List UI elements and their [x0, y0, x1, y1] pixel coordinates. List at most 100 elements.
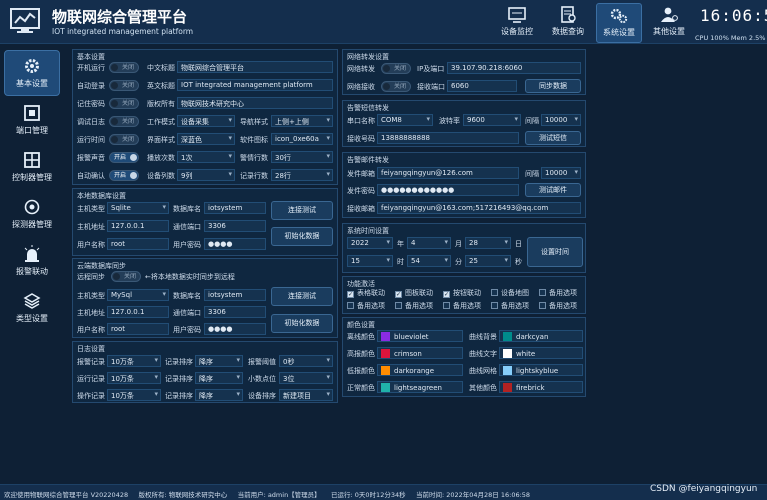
sidebar-item-types[interactable]: 类型设置	[4, 286, 60, 332]
label-net-fwd: 网络转发	[347, 65, 375, 73]
feature-checkbox[interactable]: ✓ 图板联动	[395, 288, 433, 298]
copyright-input[interactable]: 物联网技术研究中心	[177, 97, 333, 109]
sync-data-button[interactable]: 同步数据	[525, 79, 581, 93]
db-pwd-input[interactable]: ●●●●	[204, 238, 266, 250]
alarm-sound-toggle[interactable]: 开启	[109, 152, 139, 163]
db-host-input[interactable]: 127.0.0.1	[107, 220, 169, 232]
color-picker[interactable]: blueviolet	[377, 330, 463, 342]
feature-checkbox[interactable]: 备用选项	[347, 301, 385, 311]
cloud-port-input[interactable]: 3306	[204, 306, 266, 318]
dev-cols-select[interactable]: 9列	[177, 169, 235, 181]
test-sms-button[interactable]: 测试短信	[525, 131, 581, 145]
debug-log-toggle[interactable]: 关闭	[109, 116, 139, 127]
sidebar-item-basic[interactable]: 基本设置	[4, 50, 60, 96]
label-auto-confirm: 自动确认	[77, 172, 105, 180]
op-log-select[interactable]: 10万条	[107, 389, 161, 401]
label-db-port: 通信端口	[173, 223, 201, 231]
feature-checkbox[interactable]: ✓ 表格联动	[347, 288, 385, 298]
auto-confirm-toggle[interactable]: 开启	[109, 170, 139, 181]
cloud-init-button[interactable]: 初始化数据	[271, 314, 333, 333]
run-time-toggle[interactable]: 关闭	[109, 134, 139, 145]
color-picker[interactable]: darkorange	[377, 364, 463, 376]
label-cloud-pwd: 用户密码	[173, 326, 201, 334]
label-year: 年	[397, 240, 404, 248]
net-fwd-toggle[interactable]: 关闭	[381, 63, 411, 74]
db-test-button[interactable]: 连接测试	[271, 201, 333, 220]
record-rows-select[interactable]: 28行	[271, 169, 333, 181]
feature-checkbox[interactable]: 备用选项	[395, 301, 433, 311]
mail-pwd-input[interactable]: ●●●●●●●●●●●●	[377, 184, 519, 196]
nav-device-monitor[interactable]: 设备监控	[494, 3, 540, 43]
cloud-type-select[interactable]: MySql	[107, 289, 169, 301]
nav-system-settings[interactable]: 系统设置	[596, 3, 642, 43]
startup-toggle[interactable]: 关闭	[109, 62, 139, 73]
set-time-button[interactable]: 设置时间	[527, 237, 583, 267]
cloud-test-button[interactable]: 连接测试	[271, 287, 333, 306]
feature-checkbox[interactable]: 备用选项	[539, 301, 577, 311]
nav-other-settings[interactable]: 其他设置	[646, 3, 692, 43]
color-picker[interactable]: crimson	[377, 347, 463, 359]
second-select[interactable]: 25	[465, 255, 511, 267]
serial-select[interactable]: COM8	[377, 114, 433, 126]
sms-interval-select[interactable]: 10000	[541, 114, 581, 126]
color-picker[interactable]: darkcyan	[499, 330, 583, 342]
remember-toggle[interactable]: 关闭	[109, 98, 139, 109]
work-mode-select[interactable]: 设备采集	[177, 115, 235, 127]
sidebar-item-detector[interactable]: 探测器管理	[4, 192, 60, 238]
sidebar-item-port[interactable]: 端口管理	[4, 98, 60, 144]
thresh-select[interactable]: 0秒	[279, 355, 333, 367]
db-user-input[interactable]: root	[107, 238, 169, 250]
color-picker[interactable]: lightskyblue	[499, 364, 583, 376]
sender-input[interactable]: feiyangqingyun@126.com	[377, 167, 519, 179]
alarm-log-select[interactable]: 10万条	[107, 355, 161, 367]
net-recv-toggle[interactable]: 关闭	[381, 81, 411, 92]
color-picker[interactable]: firebrick	[499, 381, 583, 393]
sort-3-select[interactable]: 降序	[195, 389, 243, 401]
cloud-name-input[interactable]: iotsystem	[204, 289, 266, 301]
minute-select[interactable]: 54	[407, 255, 451, 267]
sort-2-select[interactable]: 降序	[195, 372, 243, 384]
cloud-host-input[interactable]: 127.0.0.1	[107, 306, 169, 318]
test-mail-button[interactable]: 测试邮件	[525, 183, 581, 197]
hour-select[interactable]: 15	[347, 255, 393, 267]
ip-port-input[interactable]: 39.107.90.218:6060	[447, 62, 581, 74]
db-name-input[interactable]: iotsystem	[204, 202, 266, 214]
sidebar-item-alarm-link[interactable]: 报警联动	[4, 239, 60, 285]
nav-style-select[interactable]: 上侧+上侧	[271, 115, 333, 127]
month-select[interactable]: 4	[407, 237, 451, 249]
color-picker[interactable]: white	[499, 347, 583, 359]
cloud-user-input[interactable]: root	[107, 323, 169, 335]
alarm-light-icon	[24, 245, 40, 262]
cn-title-input[interactable]: 物联网综合管理平台	[177, 61, 333, 73]
sms-recv-input[interactable]: 13888888888	[377, 132, 519, 144]
decimal-select[interactable]: 3位	[279, 372, 333, 384]
day-select[interactable]: 28	[465, 237, 511, 249]
db-init-button[interactable]: 初始化数据	[271, 227, 333, 246]
feature-checkbox[interactable]: 设备地图	[491, 288, 529, 298]
mail-interval-select[interactable]: 10000	[541, 167, 581, 179]
feature-checkbox[interactable]: 备用选项	[443, 301, 481, 311]
db-port-input[interactable]: 3306	[204, 220, 266, 232]
recv-port-input[interactable]: 6060	[447, 80, 517, 92]
year-select[interactable]: 2022	[347, 237, 393, 249]
alarm-rows-select[interactable]: 30行	[271, 151, 333, 163]
run-log-select[interactable]: 10万条	[107, 372, 161, 384]
feature-checkbox[interactable]: 备用选项	[491, 301, 529, 311]
mail-recv-input[interactable]: feiyangqingyun@163.com;517216493@qq.com	[377, 202, 581, 214]
color-picker[interactable]: lightseagreen	[377, 381, 463, 393]
play-count-select[interactable]: 1次	[177, 151, 235, 163]
ui-style-select[interactable]: 深蓝色	[177, 133, 235, 145]
cloud-pwd-input[interactable]: ●●●●	[204, 323, 266, 335]
autologin-toggle[interactable]: 关闭	[109, 80, 139, 91]
en-title-input[interactable]: IOT integrated management platform	[177, 79, 333, 91]
nav-data-query[interactable]: 数据查询	[545, 3, 591, 43]
sort-1-select[interactable]: 降序	[195, 355, 243, 367]
db-type-select[interactable]: Sqlite	[107, 202, 169, 214]
feature-checkbox[interactable]: 备用选项	[539, 288, 577, 298]
soft-icon-select[interactable]: icon_0xe60a	[271, 133, 333, 145]
remote-sync-toggle[interactable]: 关闭	[111, 271, 141, 282]
sidebar-item-controller[interactable]: 控制器管理	[4, 145, 60, 191]
feature-checkbox[interactable]: ✓ 按钮联动	[443, 288, 481, 298]
baud-select[interactable]: 9600	[463, 114, 521, 126]
dev-order-select[interactable]: 新建项目	[279, 389, 333, 401]
